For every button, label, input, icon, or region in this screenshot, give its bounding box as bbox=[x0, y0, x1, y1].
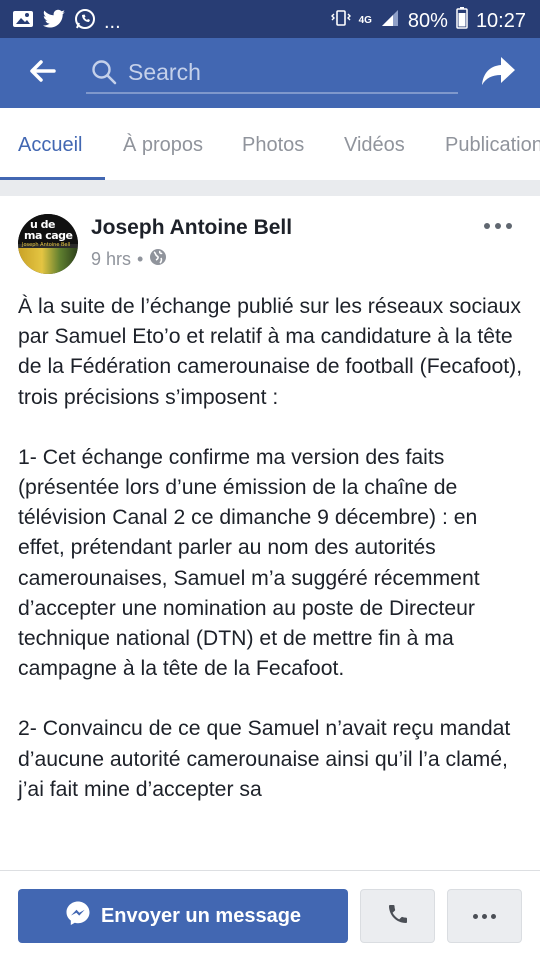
post-time[interactable]: 9 hrs bbox=[91, 249, 131, 270]
call-button[interactable] bbox=[360, 889, 435, 943]
gallery-icon bbox=[12, 9, 34, 34]
meta-separator: • bbox=[137, 249, 144, 269]
bottom-action-bar: Envoyer un message bbox=[0, 870, 540, 960]
post-meta: 9 hrs • bbox=[91, 248, 167, 271]
battery-icon bbox=[456, 7, 468, 35]
tab-videos[interactable]: Vidéos bbox=[344, 108, 405, 180]
post-card: u de ma cage Joseph Antoine Bell Joseph … bbox=[0, 196, 540, 886]
active-tab-indicator bbox=[0, 177, 105, 180]
more-notifications: ... bbox=[104, 10, 121, 33]
status-indicators: 4G 80% 10:27 bbox=[330, 7, 526, 35]
post-body: À la suite de l’échange publié sur les r… bbox=[18, 292, 524, 805]
avatar-photo bbox=[18, 248, 78, 274]
more-actions-button[interactable] bbox=[447, 889, 522, 943]
dot-icon bbox=[482, 913, 487, 919]
dot-icon bbox=[491, 913, 496, 919]
send-message-button[interactable]: Envoyer un message bbox=[18, 889, 348, 943]
messenger-icon bbox=[65, 900, 91, 932]
dot-icon bbox=[473, 913, 478, 919]
whatsapp-icon bbox=[74, 8, 96, 35]
dot-icon bbox=[506, 223, 512, 229]
tab-a-propos[interactable]: À propos bbox=[123, 108, 203, 180]
clock: 10:27 bbox=[475, 10, 526, 32]
tab-publications[interactable]: Publications bbox=[445, 108, 540, 180]
avatar[interactable]: u de ma cage Joseph Antoine Bell bbox=[18, 214, 78, 274]
search-bar[interactable] bbox=[86, 52, 458, 94]
dot-icon bbox=[484, 223, 490, 229]
back-button[interactable] bbox=[22, 56, 62, 90]
search-input[interactable] bbox=[128, 58, 428, 86]
post-paragraph-3: 2- Convaincu de ce que Samuel n’avait re… bbox=[18, 717, 511, 801]
back-arrow-icon bbox=[28, 59, 56, 88]
dot-icon bbox=[495, 223, 501, 229]
phone-icon bbox=[386, 902, 410, 931]
twitter-icon bbox=[42, 9, 66, 34]
post-author[interactable]: Joseph Antoine Bell bbox=[91, 216, 292, 240]
share-arrow-icon bbox=[481, 55, 517, 92]
vibrate-icon bbox=[330, 8, 351, 34]
notification-icons: ... bbox=[12, 8, 121, 35]
avatar-text-line-2: ma cage bbox=[24, 229, 73, 242]
network-type: 4G bbox=[358, 15, 372, 26]
post-paragraph-1: À la suite de l’échange publié sur les r… bbox=[18, 295, 523, 409]
share-button[interactable] bbox=[478, 54, 520, 92]
avatar-text-line-3: Joseph Antoine Bell bbox=[22, 242, 71, 248]
globe-icon bbox=[149, 248, 167, 271]
signal-icon bbox=[380, 8, 400, 34]
post-options-button[interactable] bbox=[484, 218, 512, 234]
send-message-label: Envoyer un message bbox=[100, 904, 302, 927]
search-icon bbox=[88, 56, 120, 88]
page-tabs: Accueil À propos Photos Vidéos Publicati… bbox=[0, 108, 540, 180]
top-bar bbox=[0, 38, 540, 108]
battery-level: 80% bbox=[407, 10, 448, 32]
tab-photos[interactable]: Photos bbox=[242, 108, 304, 180]
post-paragraph-2: 1- Cet échange confirme ma version des f… bbox=[18, 445, 480, 681]
status-bar: ... 4G 80% 10:27 bbox=[0, 0, 540, 38]
tab-accueil[interactable]: Accueil bbox=[18, 108, 82, 180]
